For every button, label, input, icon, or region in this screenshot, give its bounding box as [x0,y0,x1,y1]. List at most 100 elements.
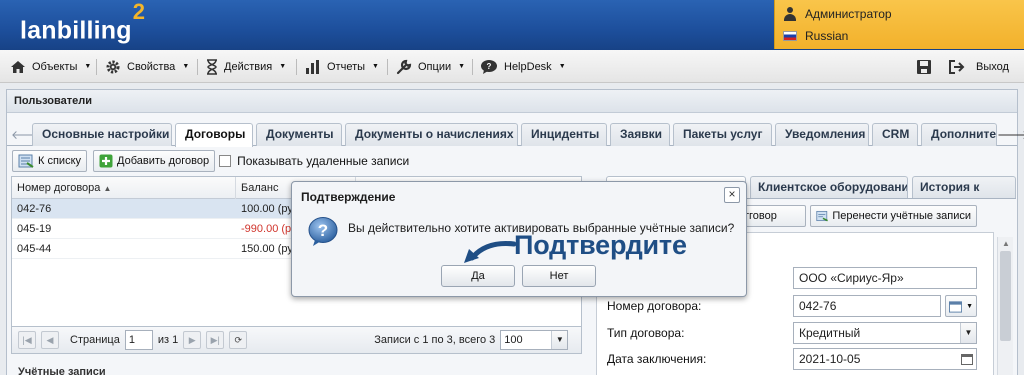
panel-title: Пользователи [7,90,1017,113]
transfer-icon [816,210,828,222]
add-contract-button[interactable]: Добавить договор [93,150,216,172]
next-page-button[interactable]: ▶ [183,331,202,349]
menu-objects[interactable]: Объекты ▼ [10,50,91,83]
chevron-down-icon: ▼ [84,63,92,70]
company-field[interactable]: ООО «Сириус-Яр» [793,267,977,289]
menu-options[interactable]: Опции ▼ [396,50,465,83]
tab-service-packages[interactable]: Пакеты услуг [673,123,772,146]
tab-incidents[interactable]: Инциденты [521,123,607,146]
save-layout-button[interactable] [916,50,932,83]
chevron-down-icon: ▼ [279,63,287,70]
page-count-label: из 1 [157,334,179,346]
list-icon [18,154,34,168]
contract-number-row: Номер договора: 042-76 ▼ [607,295,977,317]
contract-date-label: Дата заключения: [607,352,707,366]
last-page-button[interactable]: ▶| [206,331,225,349]
menu-separator [197,59,198,75]
grid-pager: |◀ ◀ Страница 1 из 1 ▶ ▶| ⟳ Записи с 1 п… [11,326,582,354]
tab-crm[interactable]: CRM [872,123,918,146]
user-name: Администратор [805,7,892,21]
tab-basic-settings[interactable]: Основные настройки [32,123,172,146]
menu-options-label: Опции [418,60,452,73]
contract-number: 045-44 [17,243,52,255]
close-icon[interactable]: × [724,187,740,203]
no-button[interactable]: Нет [522,265,596,287]
page-input[interactable]: 1 [124,330,153,350]
svg-text:?: ? [487,62,492,71]
bar-chart-icon [306,59,319,74]
show-deleted-label: Показывать удаленные записи [237,154,410,168]
scrollbar-thumb[interactable] [1000,251,1011,341]
logout-button[interactable]: Выход [948,50,1009,83]
russia-flag-icon [783,31,797,41]
menu-reports-label: Отчеты [327,60,366,73]
contract-balance: 100.00 (ру [241,203,293,215]
chevron-down-icon: ▼ [558,63,566,70]
menu-separator [296,59,297,75]
first-page-button[interactable]: |◀ [18,331,36,349]
confirm-hint-text: Подтвердите [514,230,687,260]
column-header-number[interactable]: Номер договора ▲ [12,177,236,199]
calendar-icon [961,354,973,365]
chevron-down-icon: ▼ [960,323,976,343]
logout-label: Выход [976,60,1009,73]
contract-number-field[interactable]: 042-76 [793,295,941,317]
plus-icon [99,154,113,168]
chevron-down-icon: ▼ [372,63,379,70]
contract-action-button[interactable]: тговор [738,205,806,227]
tab-notifications[interactable]: Уведомления [775,123,869,146]
tab-history[interactable]: История к [912,176,1016,198]
form-scrollbar[interactable]: ▲ [997,237,1013,375]
page-size-select[interactable]: 100 ▼ [500,330,569,350]
transfer-accounts-button[interactable]: Перенести учётные записи [810,205,977,227]
tab-scroll-left-button[interactable]: 🡐 [11,126,43,144]
user-menu[interactable]: Администратор [783,7,892,21]
yes-button[interactable]: Да [441,265,515,287]
tab-scroll-right-button[interactable]: 🡒 [997,126,1024,144]
tab-client-equipment[interactable]: Клиентское оборудование [750,176,908,198]
contract-balance: -990.00 (р [241,223,292,235]
accounts-section-title: Учётные записи [18,366,106,375]
refresh-button[interactable]: ⟳ [229,331,248,349]
scroll-up-icon: ▲ [1002,239,1010,248]
floppy-disk-icon [917,59,931,74]
home-icon [11,60,25,73]
contract-date-value: 2021-10-05 [799,352,861,366]
page-label: Страница [70,334,120,346]
question-icon: ? [308,217,338,246]
tab-additional[interactable]: Дополнител [921,123,997,146]
tab-strip: 🡐 Основные настройки Договоры Документы … [7,122,1024,147]
menu-properties[interactable]: Свойства ▼ [105,50,189,83]
to-list-button[interactable]: К списку [12,150,88,172]
contract-action-label: тговор [744,210,777,222]
chevron-down-icon: ▼ [966,302,973,310]
show-deleted-checkbox[interactable] [219,155,232,167]
hourglass-icon [207,58,217,75]
contract-type-select[interactable]: Кредитный ▼ [793,322,977,344]
wrench-icon [396,59,412,74]
user-icon [783,7,797,21]
contract-number: 042-76 [17,203,52,215]
records-info: Записи с 1 по 3, всего 3 [374,334,496,346]
tab-requests[interactable]: Заявки [610,123,670,146]
menu-reports[interactable]: Отчеты ▼ [305,50,379,83]
transfer-accounts-label: Перенести учётные записи [832,210,971,222]
menu-helpdesk[interactable]: ? HelpDesk ▼ [480,50,566,83]
contract-date-field[interactable]: 2021-10-05 [793,348,977,370]
chevron-down-icon: ▼ [551,331,568,349]
pointer-arrow-icon [464,241,516,263]
contracts-toolbar: К списку Добавить договор Показывать уда… [12,150,409,172]
app-logo: lanbilling2 [20,0,145,45]
exit-icon [949,59,965,74]
menu-actions[interactable]: Действия ▼ [206,50,286,83]
tab-documents[interactable]: Документы [256,123,342,146]
user-panel: Администратор Russian [774,0,1024,49]
chevron-down-icon: ▼ [182,63,190,70]
tab-charge-documents[interactable]: Документы о начислениях [345,123,518,146]
contract-balance: 150.00 (ру [241,243,293,255]
contract-date-row: Дата заключения: 2021-10-05 [607,348,977,370]
calendar-picker-button[interactable]: ▼ [945,295,977,317]
prev-page-button[interactable]: ◀ [41,331,59,349]
tab-contracts[interactable]: Договоры [175,123,253,147]
language-selector[interactable]: Russian [783,29,848,43]
